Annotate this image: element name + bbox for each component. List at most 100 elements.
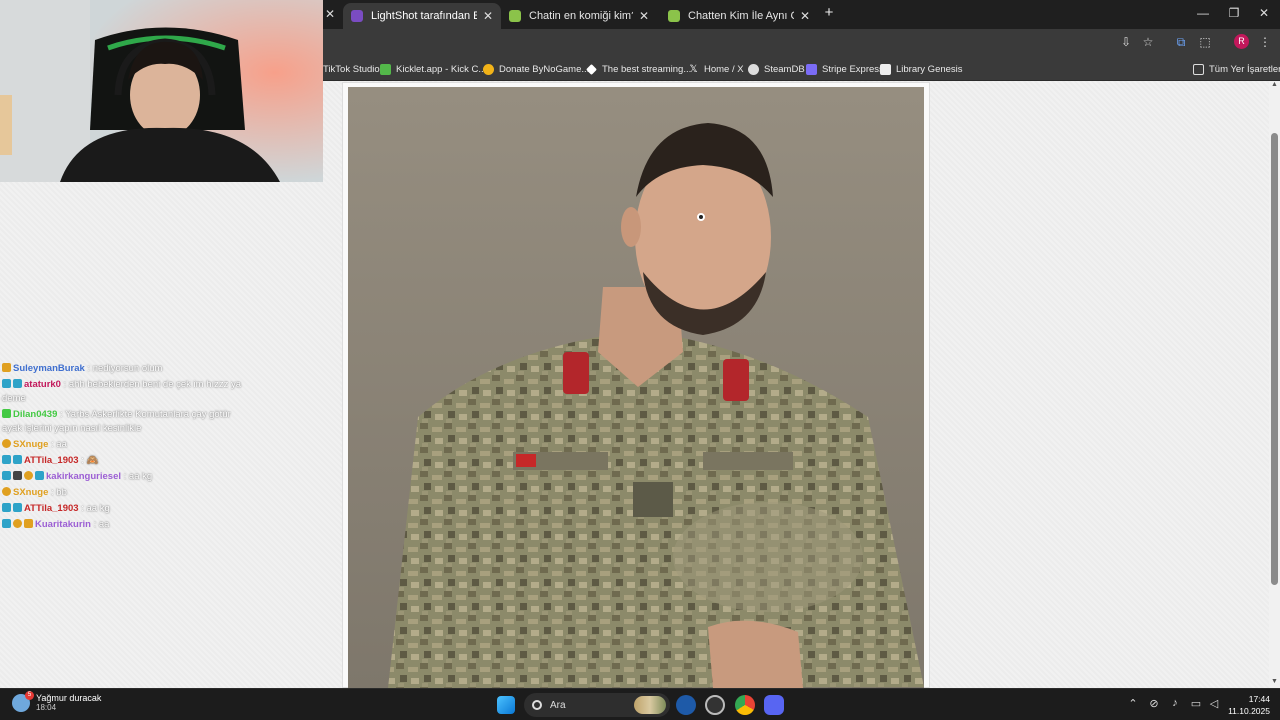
chat-badge-icon	[2, 487, 11, 496]
screen: ✕ LightShot tarafından Ekran Görüntüsü ✕…	[0, 0, 1280, 720]
clock-time: 17:44	[1248, 694, 1270, 704]
all-bookmarks-folder[interactable]: Tüm Yer İşaretleri	[1193, 61, 1280, 77]
quizei-icon	[509, 10, 521, 22]
taskbar: 5 Yağmur duracak 18:04 Ara ⌃ ⊘ ♪ ▭ ◁ 17:…	[0, 688, 1280, 720]
bookmark-label: SteamDB	[764, 63, 805, 75]
folder-icon	[1193, 63, 1204, 75]
chat-message: SXnuge : bb	[2, 485, 67, 500]
profile-avatar[interactable]: R	[1234, 34, 1249, 49]
chat-badge-icon	[2, 519, 11, 528]
toolbar: ⇩ ☆ ⧉ ⬚ ⋮	[323, 29, 1280, 56]
weather-widget[interactable]: 5 Yağmur duracak 18:04	[12, 690, 102, 712]
chat-badge-icon	[13, 519, 22, 528]
bookmark-steamdb[interactable]: SteamDB	[748, 61, 805, 77]
chat-text-continued: ayak işlerini yapın nasıl kesinlikle	[2, 423, 142, 434]
bookmark-label: Kicklet.app - Kick C...	[396, 63, 487, 75]
search-icon	[532, 700, 542, 710]
bookmark-libgen[interactable]: Library Genesis	[880, 61, 963, 77]
tab-lightshot[interactable]: LightShot tarafından Ekran Görüntüsü ✕	[343, 3, 501, 29]
close-icon[interactable]: ✕	[800, 9, 810, 23]
chat-text: : aa	[51, 439, 67, 450]
scroll-down-icon[interactable]: ▼	[1269, 678, 1280, 688]
screenshot-image	[348, 87, 924, 688]
tab-quiz[interactable]: Chatin en komiği kim? - Quizei ✕	[501, 3, 657, 29]
restore-icon[interactable]: ❐	[1224, 6, 1244, 20]
discord-icon[interactable]	[764, 695, 784, 715]
window-close-icon[interactable]: ✕	[1254, 6, 1274, 20]
bookmark-label: Library Genesis	[896, 63, 963, 75]
weather-icon: 5	[12, 690, 34, 712]
chat-text: : ahh bebeklerden beni de çek im hızzz y…	[63, 379, 242, 390]
chat-badge-icon	[2, 439, 11, 448]
translate-icon[interactable]: ⧉	[1173, 34, 1189, 50]
bookmark-star-icon[interactable]: ☆	[1140, 34, 1156, 50]
close-icon[interactable]: ✕	[639, 9, 649, 23]
bookmark-tiktok[interactable]: TikTok Studio	[323, 61, 380, 77]
menu-icon[interactable]: ⋮	[1257, 34, 1273, 50]
libgen-icon	[880, 63, 891, 75]
chrome-icon[interactable]	[735, 695, 755, 715]
chat-message: Kuaritakurin : aa	[2, 517, 109, 532]
tab-close-button[interactable]: ✕	[323, 7, 337, 21]
chat-message: ATTila_1903 : 🙈	[2, 453, 98, 468]
bookmark-streaming[interactable]: The best streaming...	[586, 61, 691, 77]
bookmark-x[interactable]: 𝕏 Home / X	[688, 61, 744, 77]
extensions-icon[interactable]: ⬚	[1197, 34, 1213, 50]
start-menu-icon[interactable]	[497, 696, 515, 714]
chat-username: Kuaritakurin	[35, 519, 91, 530]
chat-text: : aa kg	[123, 471, 153, 482]
page-scrollbar[interactable]: ▲ ▼	[1269, 81, 1280, 688]
chat-badge-icon	[2, 503, 11, 512]
chat-badge-icon	[13, 455, 22, 464]
weather-time: 18:04	[36, 703, 57, 712]
chat-badge-icon	[2, 409, 11, 418]
bookmark-label: TikTok Studio	[323, 63, 380, 75]
chat-message: SXnuge : aa	[2, 437, 67, 452]
new-tab-button[interactable]: +	[820, 4, 838, 22]
install-app-icon[interactable]: ⇩	[1118, 34, 1134, 50]
x-icon: 𝕏	[689, 63, 698, 75]
tab-chatten[interactable]: Chatten Kim İle Aynı Cephede Savaşırsın …	[660, 3, 818, 29]
weather-badge: 5	[25, 690, 34, 700]
chat-text: : nediyorsun olum	[87, 363, 163, 374]
quizei-icon	[668, 10, 680, 22]
clock-date: 11.10.2025	[1228, 706, 1270, 716]
system-clock[interactable]: 17:44 11.10.2025	[1228, 693, 1270, 717]
chat-text-continued: deme	[2, 393, 26, 404]
minimize-icon[interactable]: —	[1193, 6, 1213, 20]
chat-username: SXnuge	[13, 439, 49, 450]
bookmark-label: Home / X	[704, 63, 744, 75]
streaming-icon	[586, 63, 597, 75]
chat-badge-icon	[13, 503, 22, 512]
chat-text: : Yarbs Askerlikte Komutanlara çay götür	[60, 409, 231, 420]
bookmark-stripe[interactable]: Stripe Express	[806, 61, 884, 77]
bookmark-bynogame[interactable]: Donate ByNoGame...	[483, 61, 589, 77]
obs-icon[interactable]	[705, 695, 725, 715]
soldier-photo	[348, 87, 924, 688]
chat-message: SuleymanBurak : nediyorsun olum	[2, 361, 162, 376]
chat-badge-icon	[13, 379, 22, 388]
volume-icon[interactable]: ◁	[1207, 697, 1221, 710]
chat-message: Dilan0439 : Yarbs Askerlikte Komutanlara…	[2, 407, 231, 422]
chat-username: kakirkanguriesel	[46, 471, 121, 482]
bookmark-label: Donate ByNoGame...	[499, 63, 590, 75]
microphone-icon[interactable]: ♪	[1168, 697, 1182, 709]
bookmark-kicklet[interactable]: Kicklet.app - Kick C...	[380, 61, 486, 77]
weather-title: Yağmur duracak	[36, 693, 102, 703]
network-off-icon[interactable]: ⊘	[1147, 697, 1161, 710]
bookmark-label: The best streaming...	[602, 63, 692, 75]
chat-badge-icon	[2, 379, 11, 388]
close-icon[interactable]: ✕	[483, 9, 493, 23]
chat-badge-icon	[2, 363, 11, 372]
chat-badge-icon	[2, 455, 11, 464]
bookmark-label: Tüm Yer İşaretleri	[1209, 63, 1280, 75]
taskbar-search[interactable]: Ara	[524, 693, 670, 717]
taskbar-app-icon[interactable]	[676, 695, 696, 715]
scroll-up-icon[interactable]: ▲	[1269, 81, 1280, 91]
chat-username: ATTila_1903	[24, 503, 79, 514]
display-icon[interactable]: ▭	[1189, 697, 1203, 710]
scrollbar-thumb[interactable]	[1271, 133, 1278, 585]
show-hidden-icons-icon[interactable]: ⌃	[1126, 697, 1140, 710]
chat-text: : 🙈	[81, 455, 99, 466]
bookmarks-bar: TikTok Studio Kicklet.app - Kick C... Do…	[323, 56, 1280, 81]
